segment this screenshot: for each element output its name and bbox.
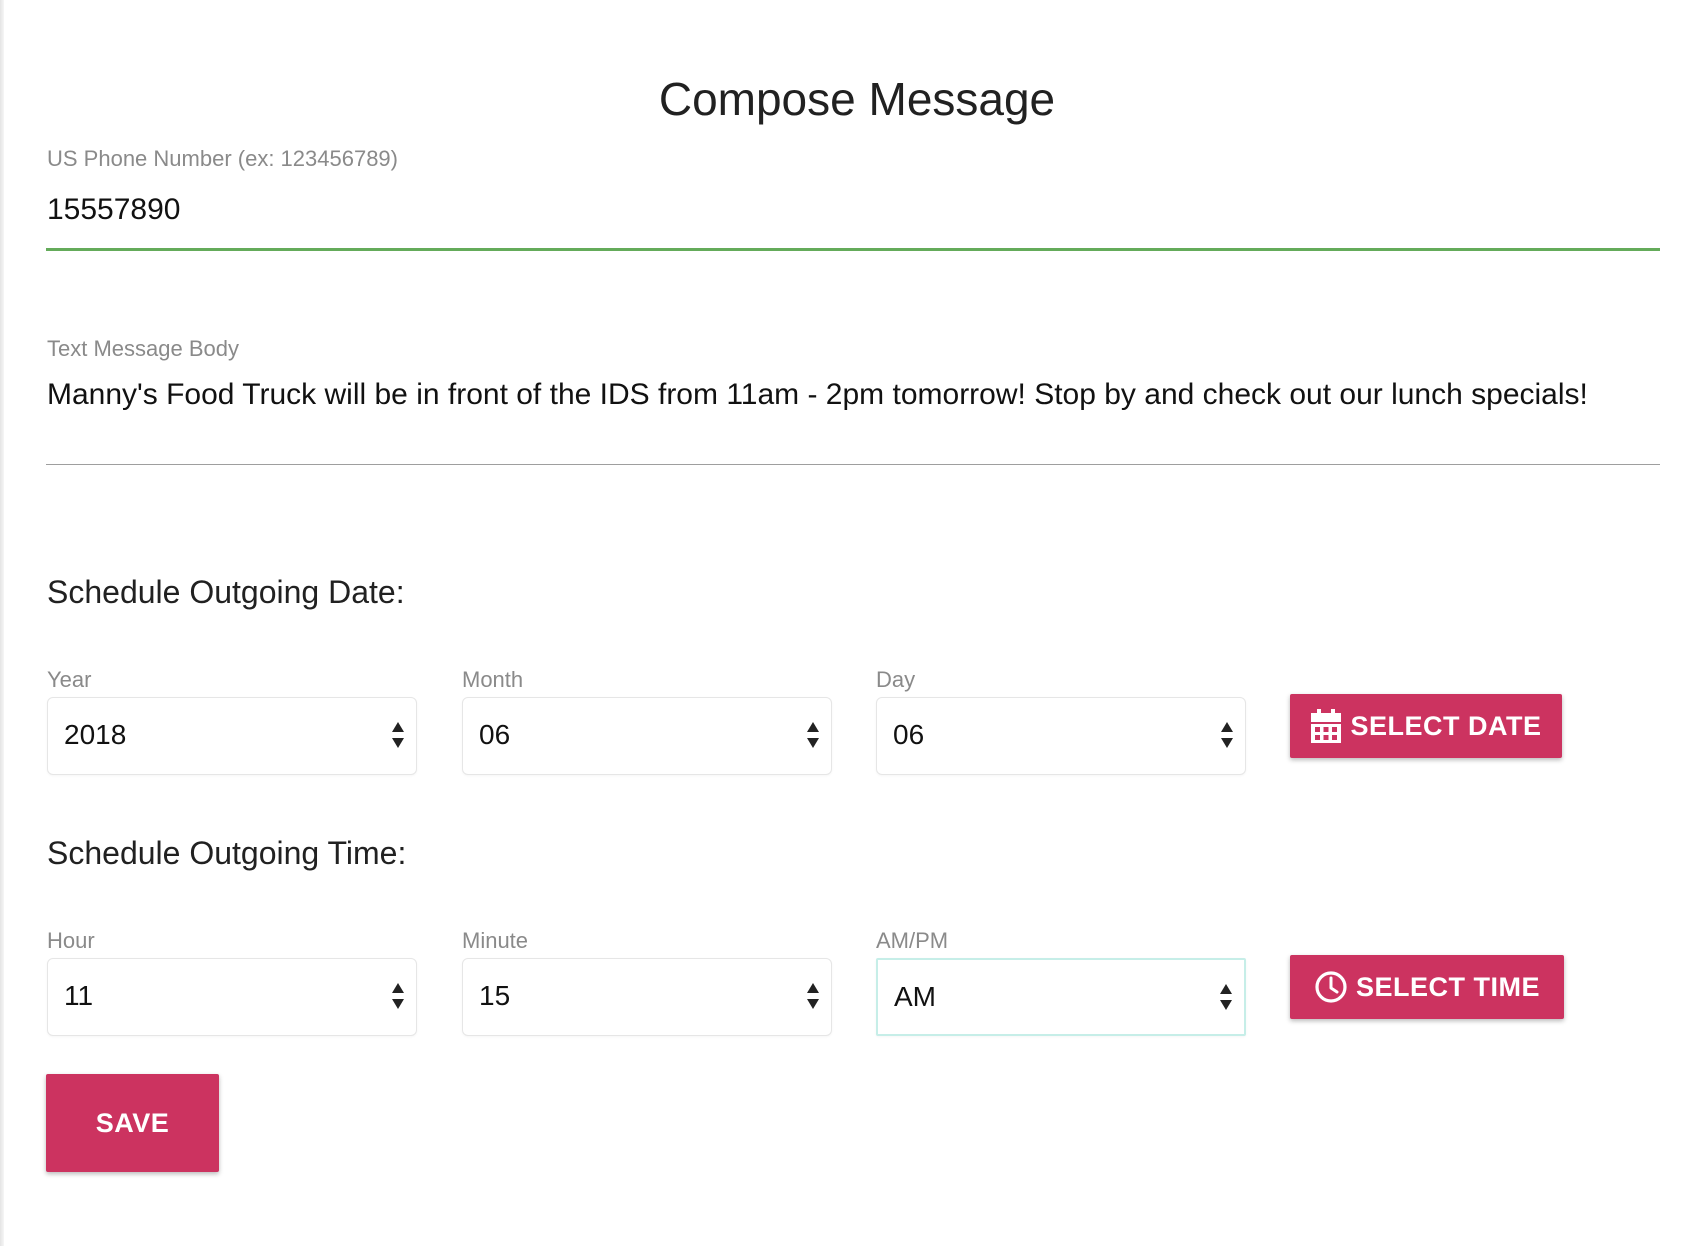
message-textarea-underline xyxy=(46,464,1660,465)
year-label: Year xyxy=(47,667,92,692)
message-textarea[interactable]: Manny's Food Truck will be in front of t… xyxy=(47,378,1588,412)
select-time-label: SELECT TIME xyxy=(1355,971,1540,1002)
minute-select[interactable]: 15 xyxy=(462,958,832,1036)
date-section-heading: Schedule Outgoing Date: xyxy=(47,574,405,610)
select-arrows-icon xyxy=(807,983,819,1009)
save-button-label: SAVE xyxy=(95,1107,170,1138)
minute-label: Minute xyxy=(462,928,529,953)
day-select-value: 06 xyxy=(893,719,925,750)
ampm-label: AM/PM xyxy=(876,928,949,953)
select-arrows-icon xyxy=(392,983,404,1009)
page-title: Compose Message xyxy=(658,73,1056,125)
ampm-select-value: AM xyxy=(894,981,936,1012)
hour-label: Hour xyxy=(47,928,95,953)
message-field-label: Text Message Body xyxy=(47,336,239,361)
month-select[interactable]: 06 xyxy=(462,697,832,775)
select-date-label: SELECT DATE xyxy=(1350,710,1542,741)
select-time-button[interactable]: SELECT TIME xyxy=(1290,955,1564,1019)
year-select[interactable]: 2018 xyxy=(47,697,417,775)
hour-select-value: 11 xyxy=(64,980,94,1011)
phone-field-label: US Phone Number (ex: 123456789) xyxy=(47,146,398,171)
select-arrows-icon xyxy=(807,722,819,748)
select-arrows-icon xyxy=(1221,722,1233,748)
select-date-button[interactable]: SELECT DATE xyxy=(1290,694,1562,758)
left-edge-shadow xyxy=(0,0,4,1246)
year-select-value: 2018 xyxy=(64,719,127,750)
month-label: Month xyxy=(462,667,524,692)
calendar-icon xyxy=(1310,709,1342,743)
compose-message-page: Compose Message US Phone Number (ex: 123… xyxy=(0,0,1694,1246)
day-select[interactable]: 06 xyxy=(876,697,1246,775)
save-button[interactable]: SAVE xyxy=(46,1074,219,1172)
clock-icon xyxy=(1314,970,1348,1004)
select-arrows-icon xyxy=(392,722,404,748)
hour-select[interactable]: 11 xyxy=(47,958,417,1036)
day-label: Day xyxy=(876,667,916,692)
select-arrows-icon xyxy=(1220,984,1232,1010)
time-section-heading: Schedule Outgoing Time: xyxy=(47,835,407,871)
phone-input-underline xyxy=(46,248,1660,251)
phone-input[interactable]: 15557890 xyxy=(47,193,180,227)
ampm-select[interactable]: AM xyxy=(876,958,1246,1036)
minute-select-value: 15 xyxy=(479,980,511,1011)
month-select-value: 06 xyxy=(479,719,511,750)
